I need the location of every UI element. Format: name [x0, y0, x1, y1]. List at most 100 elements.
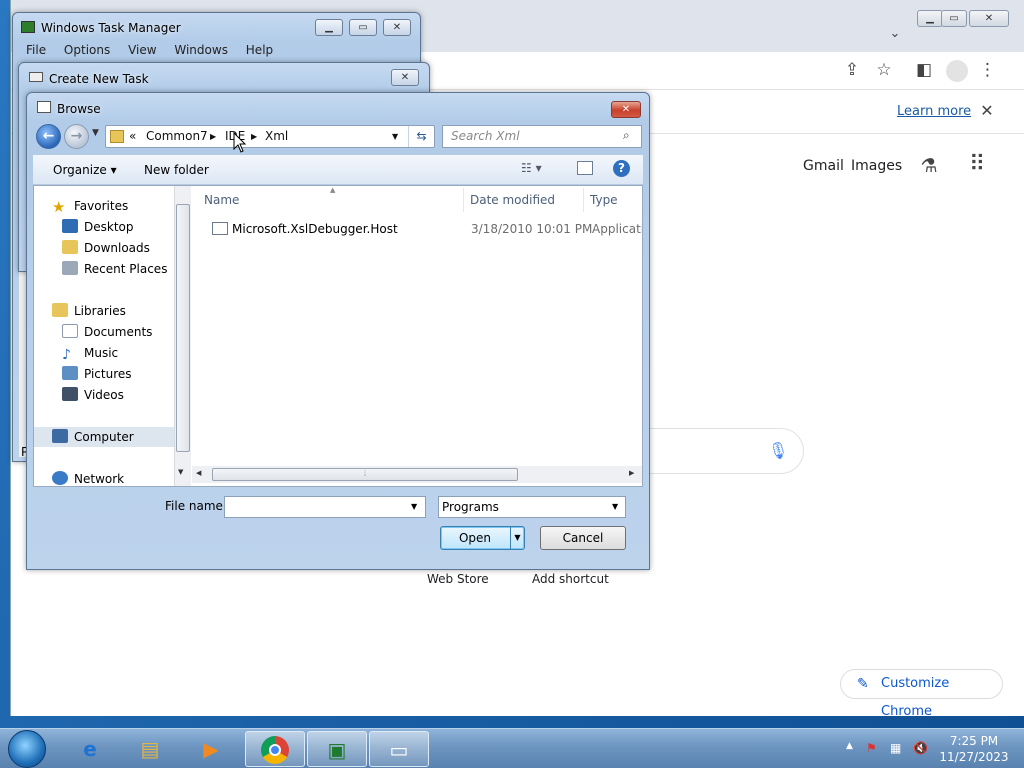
open-split-dropdown-icon[interactable]: ▼ [510, 527, 524, 549]
file-type-dropdown-icon[interactable]: ▼ [612, 502, 618, 511]
new-folder-button[interactable]: New folder [144, 163, 209, 177]
scroll-right-arrow-icon[interactable]: ▶ [629, 469, 634, 477]
gmail-link[interactable]: Gmail [803, 158, 844, 174]
customize-chrome-button[interactable]: ✎ Customize Chrome [840, 669, 1003, 719]
file-row[interactable]: Microsoft.XslDebugger.Host 3/18/2010 10:… [208, 220, 642, 240]
infobar-close-icon[interactable]: ✕ [977, 101, 997, 120]
chrome-taskbar-button[interactable] [245, 731, 305, 767]
file-explorer-icon[interactable]: ▤ [120, 731, 180, 767]
horizontal-scrollbar[interactable]: ◀ ⦙ ▶ [192, 466, 642, 483]
file-name-input[interactable]: ▼ [224, 496, 426, 518]
breadcrumb-common7[interactable]: Common7 [146, 129, 208, 143]
navigation-row: ← → ▼ « Common7 ▶ IDE ▶ Xml ▼ ⇆ Search X… [33, 123, 643, 150]
nav-downloads[interactable]: Downloads [62, 238, 150, 258]
profile-avatar[interactable] [946, 60, 968, 82]
file-type-value: Programs [442, 500, 499, 514]
scroll-down-arrow-icon[interactable]: ▼ [178, 468, 183, 476]
nav-videos[interactable]: Videos [62, 385, 124, 405]
tm-close-button[interactable]: ✕ [383, 19, 411, 36]
tab-search-chevron-icon[interactable]: ⌄ [885, 26, 905, 41]
tm-menu-help[interactable]: Help [246, 43, 273, 57]
volume-muted-icon[interactable]: 🔇 [913, 741, 928, 755]
create-task-close-button[interactable]: ✕ [391, 69, 419, 86]
nav-network-label: Network [74, 472, 125, 486]
file-type: Applicatio [592, 222, 642, 236]
nav-libraries[interactable]: Libraries [52, 301, 126, 321]
breadcrumb-xml[interactable]: Xml [265, 129, 288, 143]
bookmark-star-icon[interactable]: ☆ [873, 60, 895, 80]
navigation-scrollbar[interactable]: ▼ [174, 186, 191, 486]
breadcrumb-overflow[interactable]: « [129, 129, 136, 143]
images-link[interactable]: Images [851, 158, 902, 174]
nav-favorites[interactable]: ★ Favorites [52, 196, 128, 216]
action-center-flag-icon[interactable]: ⚑ [866, 741, 877, 755]
horizontal-scroll-thumb[interactable]: ⦙ [212, 468, 518, 481]
network-tray-icon[interactable]: ▦ [890, 741, 901, 755]
help-icon[interactable]: ? [613, 160, 630, 177]
content-pane: ★ Favorites Desktop Downloads Recent Plac… [33, 185, 643, 487]
refresh-icon[interactable]: ⇆ [408, 126, 434, 147]
run-taskbar-button[interactable]: ▭ [369, 731, 429, 767]
file-name-dropdown-icon[interactable]: ▼ [411, 502, 417, 511]
back-arrow-icon[interactable]: ← [36, 124, 61, 149]
tm-maximize-button[interactable]: ▭ [349, 19, 377, 36]
voice-search-icon[interactable]: 🎙 [768, 441, 788, 460]
star-icon: ★ [52, 198, 66, 216]
tm-minimize-button[interactable]: ▁ [315, 19, 343, 36]
nav-computer[interactable]: Computer [34, 427, 174, 447]
address-bar[interactable]: « Common7 ▶ IDE ▶ Xml ▼ ⇆ [105, 125, 435, 148]
tm-menu-view[interactable]: View [128, 43, 156, 57]
web-store-shortcut[interactable]: Web Store [427, 572, 489, 586]
organize-menu[interactable]: Organize ▾ [53, 163, 117, 177]
open-button[interactable]: Open ▼ [440, 526, 525, 550]
nav-music[interactable]: ♪ Music [62, 343, 118, 363]
chrome-icon-center [269, 744, 281, 756]
start-button-icon[interactable] [8, 730, 46, 768]
breadcrumb-separator-icon[interactable]: ▶ [251, 132, 257, 141]
chrome-maximize-button[interactable]: ▭ [941, 10, 967, 27]
nav-pictures[interactable]: Pictures [62, 364, 132, 384]
scroll-left-arrow-icon[interactable]: ◀ [196, 469, 201, 477]
tm-menu-options[interactable]: Options [64, 43, 110, 57]
chrome-minimize-button[interactable]: ▁ [917, 10, 943, 27]
preview-pane-icon[interactable] [577, 161, 593, 175]
clock-date: 11/27/2023 [939, 750, 1009, 764]
nav-desktop[interactable]: Desktop [62, 217, 134, 237]
task-manager-taskbar-button[interactable]: ▣ [307, 731, 367, 767]
tm-menu-file[interactable]: File [26, 43, 46, 57]
add-shortcut[interactable]: Add shortcut [532, 572, 609, 586]
learn-more-link[interactable]: Learn more [897, 104, 971, 119]
recent-locations-chevron-icon[interactable]: ▼ [92, 128, 99, 138]
show-hidden-icons-icon[interactable]: ▲ [846, 741, 853, 751]
search-input[interactable]: Search Xml ⌕ [442, 125, 642, 148]
nav-network[interactable]: Network [52, 469, 124, 489]
column-header-type[interactable]: Type [584, 188, 642, 212]
nav-recent-places[interactable]: Recent Places [62, 259, 167, 279]
side-panel-icon[interactable]: ◧ [913, 60, 935, 80]
internet-explorer-icon[interactable]: e [60, 731, 120, 767]
column-header-date-modified[interactable]: Date modified [464, 188, 584, 212]
apps-grid-icon[interactable]: ⠿ [965, 152, 989, 177]
browse-close-button[interactable]: ✕ [611, 101, 641, 118]
browse-dialog-icon [37, 101, 51, 113]
search-placeholder: Search Xml [451, 129, 520, 143]
search-icon[interactable]: ⌕ [623, 128, 630, 143]
breadcrumb-separator-icon[interactable]: ▶ [210, 132, 216, 141]
cancel-button[interactable]: Cancel [540, 526, 626, 550]
media-player-icon[interactable]: ▶ [181, 731, 241, 767]
labs-flask-icon[interactable]: ⚗ [917, 155, 941, 177]
chrome-menu-icon[interactable]: ⋮ [979, 60, 996, 80]
view-options-icon[interactable]: ☷ ▾ [521, 161, 542, 175]
address-dropdown-icon[interactable]: ▼ [392, 132, 398, 141]
nav-documents[interactable]: Documents [62, 322, 152, 342]
share-icon[interactable]: ⇪ [841, 60, 863, 80]
navigation-scroll-thumb[interactable] [176, 204, 190, 452]
tm-menu-windows[interactable]: Windows [174, 43, 228, 57]
application-file-icon [212, 222, 228, 235]
forward-arrow-icon[interactable]: → [64, 124, 89, 149]
chrome-close-button[interactable]: ✕ [969, 10, 1009, 27]
system-clock[interactable]: 7:25 PM 11/27/2023 [934, 733, 1014, 765]
clock-time: 7:25 PM [949, 734, 999, 748]
nav-downloads-label: Downloads [84, 241, 150, 255]
file-type-select[interactable]: Programs ▼ [438, 496, 626, 518]
